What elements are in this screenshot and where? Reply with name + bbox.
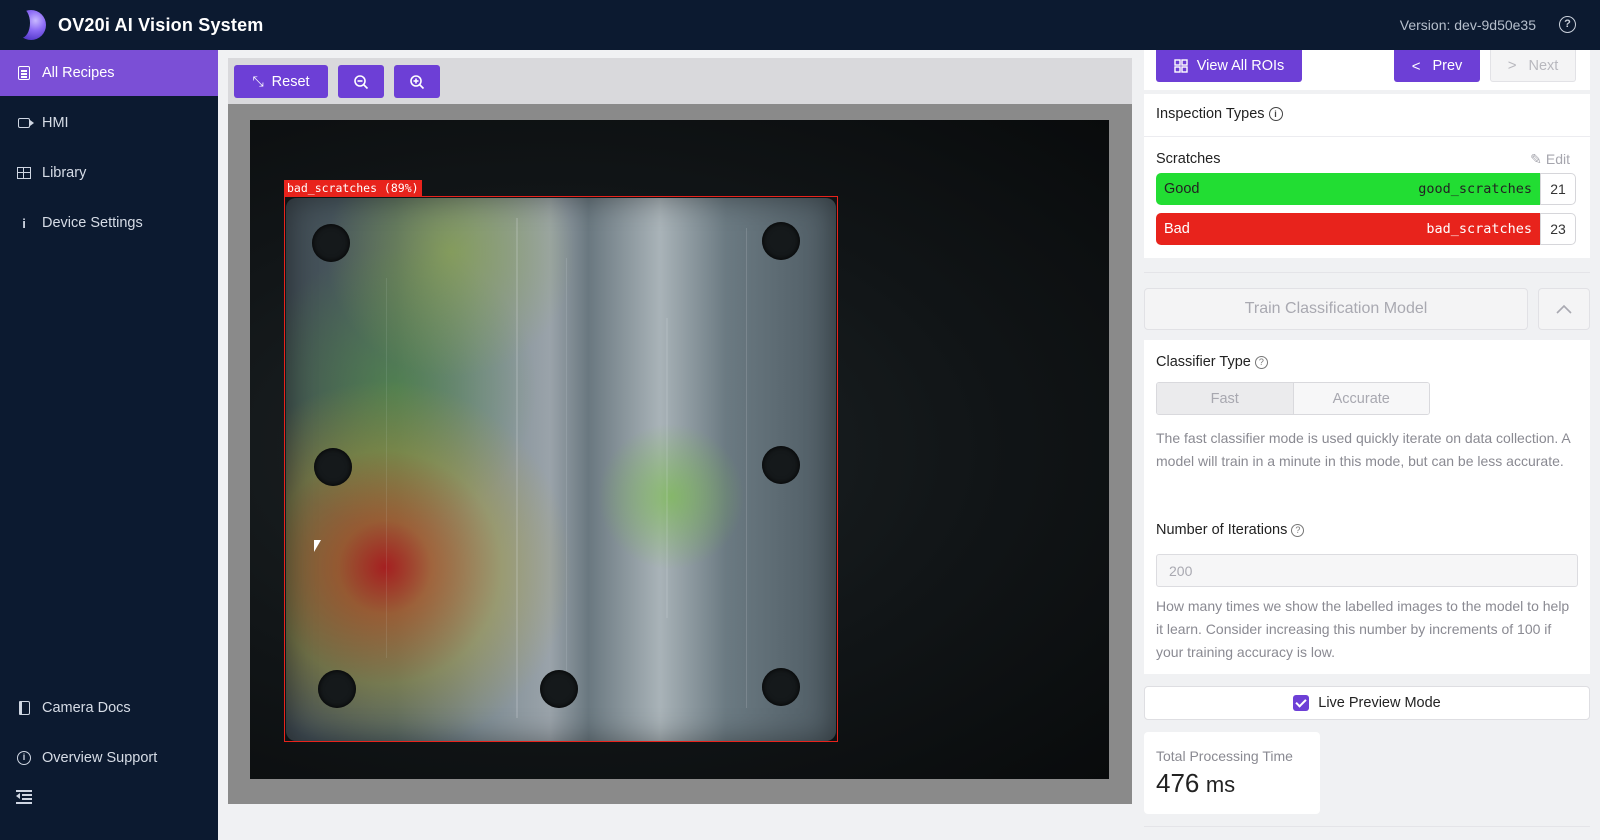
sidebar-item-all-recipes[interactable]: All Recipes	[0, 50, 218, 96]
sidebar-item-overview-support[interactable]: i Overview Support	[0, 735, 218, 781]
processing-time-value: 476	[1156, 768, 1200, 798]
class-row-bad[interactable]: Bad bad_scratches 23	[1156, 213, 1576, 245]
sidebar-item-library[interactable]: Library	[0, 150, 218, 196]
iterations-input[interactable]: 200	[1156, 554, 1578, 587]
sidebar-item-label: Device Settings	[42, 215, 143, 231]
divider	[1144, 272, 1590, 273]
help-icon[interactable]: ?	[1254, 356, 1268, 369]
inspection-types-title-text: Inspection Types	[1156, 106, 1265, 122]
inspection-group-name: Scratches	[1156, 151, 1221, 167]
classifier-option-fast[interactable]: Fast	[1157, 383, 1293, 414]
class-bar-bad[interactable]: Bad bad_scratches	[1156, 213, 1540, 245]
processing-time-value-row: 476 ms	[1156, 768, 1235, 799]
inspection-types-card: Inspection Types i Scratches ✎ Edit Good g…	[1144, 94, 1590, 258]
edit-button[interactable]: ✎ Edit	[1530, 151, 1570, 168]
camera-image[interactable]: bad_scratches (89%)	[250, 120, 1109, 779]
sidebar-item-hmi[interactable]: HMI	[0, 100, 218, 146]
reset-button[interactable]: ⤡ Reset	[234, 65, 328, 98]
class-bar-good[interactable]: Good good_scratches	[1156, 173, 1540, 205]
train-classification-model-button[interactable]: Train Classification Model	[1144, 288, 1528, 330]
version-label: Version: dev-9d50e35	[1399, 17, 1536, 33]
sidebar-item-label: HMI	[42, 115, 69, 131]
zoom-out-icon	[354, 74, 369, 89]
classifier-type-label-text: Classifier Type	[1156, 354, 1251, 370]
document-list-icon	[16, 65, 32, 81]
info-icon[interactable]: i	[1268, 107, 1283, 121]
mouse-cursor-icon	[314, 540, 321, 552]
chevron-up-icon	[1556, 304, 1572, 314]
next-button-label: Next	[1528, 57, 1559, 74]
app-logo-icon	[12, 8, 46, 40]
sidebar-bottom: Camera Docs i Overview Support	[0, 685, 218, 785]
help-icon[interactable]: ?	[1291, 524, 1305, 537]
roi-navigation: View All ROIs < Prev > Next	[1144, 50, 1590, 90]
class-row-good[interactable]: Good good_scratches 21	[1156, 173, 1576, 205]
class-count: 21	[1540, 173, 1576, 205]
sidebar-item-label: Camera Docs	[42, 700, 131, 716]
reset-button-label: Reset	[271, 73, 310, 90]
top-bar: OV20i AI Vision System Version: dev-9d50…	[0, 0, 1600, 50]
image-viewer[interactable]: bad_scratches (89%)	[228, 104, 1132, 804]
zoom-out-button[interactable]	[338, 65, 384, 98]
collapse-training-button[interactable]	[1538, 288, 1590, 330]
zoom-in-icon	[410, 74, 425, 89]
classifier-option-accurate[interactable]: Accurate	[1292, 383, 1429, 414]
classifier-type-toggle: Fast Accurate	[1156, 382, 1430, 415]
info-circle-icon: i	[16, 750, 32, 766]
iterations-description: How many times we show the labelled imag…	[1156, 598, 1570, 660]
class-label: Bad	[1164, 221, 1190, 237]
chevron-left-icon: <	[1411, 57, 1421, 75]
prev-button[interactable]: < Prev	[1394, 50, 1480, 82]
class-code: good_scratches	[1418, 181, 1532, 197]
class-count: 23	[1540, 213, 1576, 245]
live-preview-label: Live Preview Mode	[1318, 695, 1441, 711]
training-settings-card: Classifier Type? Fast Accurate The fast …	[1144, 340, 1590, 674]
roi-prediction-label: bad_scratches (89%)	[284, 180, 422, 196]
classifier-type-label: Classifier Type?	[1156, 354, 1268, 370]
sidebar: All Recipes HMI Library i Device Setting…	[0, 50, 218, 840]
classifier-description: The fast classifier mode is used quickly…	[1156, 430, 1570, 469]
inspection-types-title: Inspection Types i	[1156, 106, 1283, 122]
edit-button-label: Edit	[1545, 151, 1570, 167]
processing-time-unit: ms	[1205, 772, 1236, 797]
book-icon	[16, 700, 32, 716]
processing-time-card: Total Processing Time 476 ms	[1144, 732, 1320, 814]
zoom-in-button[interactable]	[394, 65, 440, 98]
roi-bounding-box[interactable]	[284, 196, 838, 742]
sidebar-item-label: Library	[42, 165, 87, 181]
chevron-right-icon: >	[1507, 57, 1517, 74]
class-code: bad_scratches	[1426, 221, 1532, 237]
image-toolbar: ⤡ Reset	[228, 58, 1132, 104]
help-icon[interactable]: ?	[1559, 16, 1576, 33]
app-title: OV20i AI Vision System	[58, 14, 264, 35]
prev-button-label: Prev	[1432, 58, 1463, 74]
camera-icon	[16, 115, 34, 131]
view-all-rois-button[interactable]: View All ROIs	[1156, 50, 1302, 82]
info-icon: i	[22, 215, 26, 231]
class-label: Good	[1164, 181, 1200, 197]
grid-icon	[1174, 59, 1188, 73]
divider	[1144, 826, 1590, 827]
live-preview-toggle[interactable]: Live Preview Mode	[1144, 686, 1590, 720]
collapse-menu-icon[interactable]	[16, 790, 32, 804]
iterations-label-text: Number of Iterations	[1156, 522, 1288, 538]
processing-time-label: Total Processing Time	[1156, 748, 1293, 764]
sidebar-item-camera-docs[interactable]: Camera Docs	[0, 685, 218, 731]
live-preview-checkbox[interactable]	[1293, 695, 1310, 711]
pencil-icon: ✎	[1530, 151, 1542, 167]
sidebar-item-label: All Recipes	[42, 65, 115, 81]
sidebar-item-device-settings[interactable]: i Device Settings	[0, 200, 218, 246]
sidebar-item-label: Overview Support	[42, 750, 158, 766]
view-all-rois-label: View All ROIs	[1196, 58, 1285, 74]
grid-icon	[16, 165, 32, 181]
next-button[interactable]: > Next	[1490, 50, 1576, 82]
minimize-icon: ⤡	[252, 73, 264, 89]
iterations-label: Number of Iterations?	[1156, 522, 1305, 538]
